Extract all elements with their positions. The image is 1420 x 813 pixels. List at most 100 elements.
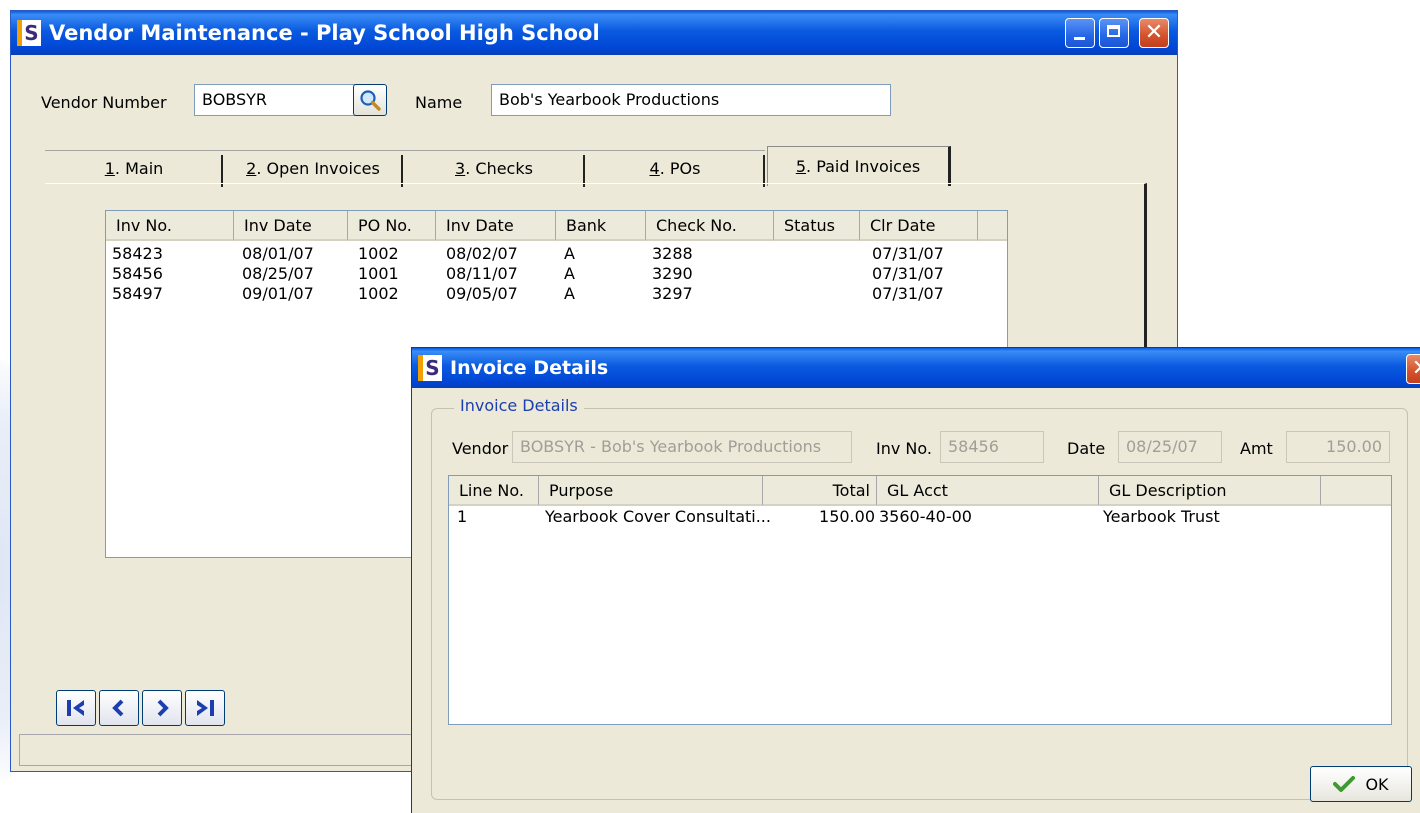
tab-open-invoices-key: 2 [246,159,257,178]
dialog-titlebar[interactable]: S Invoice Details ✕ [412,348,1420,388]
col-header-filler [978,211,1007,241]
cell-check-no[interactable]: 3290 [652,264,693,284]
cell-po-no[interactable]: 1002 [358,284,399,304]
cell-check-no[interactable]: 3297 [652,284,693,304]
col-header-inv-date[interactable]: Inv Date [234,211,348,241]
cell-gl-acct[interactable]: 3560-40-00 [879,507,972,527]
invoice-lines-list[interactable]: Line No. Purpose Total GL Acct GL Descri… [448,475,1392,725]
ok-label: OK [1365,774,1389,794]
search-icon [360,90,381,111]
tab-paid-invoices-key: 5 [795,157,807,176]
cell-inv-date-2[interactable]: 08/02/07 [446,244,518,264]
cell-clr-date[interactable]: 07/31/07 [872,284,944,304]
name-label: Name [415,93,463,112]
tab-pos[interactable]: 4. POs [585,150,765,187]
inv-no-field: 58456 [940,431,1044,463]
date-field: 08/25/07 [1118,431,1222,463]
col-header-check-no[interactable]: Check No. [646,211,774,241]
vendor-lookup-button[interactable] [353,84,387,116]
amt-label: Amt [1240,439,1273,458]
cell-check-no[interactable]: 3288 [652,244,693,264]
vendor-field: BOBSYR - Bob's Yearbook Productions [512,431,852,463]
inv-no-label: Inv No. [876,439,932,458]
close-icon: ✕ [1144,20,1164,45]
previous-record-button[interactable] [99,690,139,726]
first-icon [67,700,84,716]
tab-open-invoices-label: 2. Open Invoices [246,159,380,178]
cell-purpose[interactable]: Yearbook Cover Consultati... [545,507,771,527]
main-titlebar[interactable]: S Vendor Maintenance - Play School High … [11,11,1177,55]
close-icon: ✕ [1407,355,1420,383]
col-header-inv-no[interactable]: Inv No. [106,211,234,241]
tab-main-text: . Main [114,159,164,178]
invoice-details-dialog: S Invoice Details ✕ Invoice Details Vend… [411,347,1420,813]
dialog-close-button[interactable]: ✕ [1406,354,1420,384]
cell-clr-date[interactable]: 07/31/07 [872,264,944,284]
cell-gl-description[interactable]: Yearbook Trust [1103,507,1220,527]
tab-open-invoices[interactable]: 2. Open Invoices [223,150,403,187]
tab-main-key: 1 [104,159,115,178]
tab-paid-invoices[interactable]: 5. Paid Invoices [767,146,951,186]
tab-pos-label: 4. POs [650,159,701,178]
col-header-line-no[interactable]: Line No. [449,476,539,506]
cell-inv-date[interactable]: 09/01/07 [242,284,314,304]
col-header-status[interactable]: Status [774,211,860,241]
tab-pos-key: 4 [649,159,660,178]
tab-main[interactable]: 1. Main [45,150,223,187]
maximize-button[interactable] [1099,18,1129,48]
col-header-po-no[interactable]: PO No. [348,211,436,241]
tab-checks-text: . Checks [465,159,533,178]
cell-line-no[interactable]: 1 [457,507,467,527]
main-window-title: Vendor Maintenance - Play School High Sc… [49,21,600,45]
date-label: Date [1067,439,1106,458]
chevron-left-icon [112,699,124,717]
cell-po-no[interactable]: 1002 [358,244,399,264]
cell-bank[interactable]: A [564,244,575,264]
first-record-button[interactable] [56,690,96,726]
cell-inv-no[interactable]: 58423 [112,244,163,264]
tab-checks-key: 3 [455,159,466,178]
col-header-total[interactable]: Total [763,476,877,506]
tab-checks-label: 3. Checks [455,159,533,178]
app-icon: S [17,20,41,46]
checkmark-icon [1333,776,1356,792]
col-header-inv-date-2[interactable]: Inv Date [436,211,556,241]
tab-checks[interactable]: 3. Checks [403,150,585,187]
tab-paid-invoices-text: . Paid Invoices [806,157,921,176]
cell-inv-date[interactable]: 08/25/07 [242,264,314,284]
tab-paid-invoices-label: 5. Paid Invoices [796,157,920,176]
vendor-number-label: Vendor Number [41,93,167,112]
ok-button[interactable]: OK [1310,766,1412,802]
cell-bank[interactable]: A [564,264,575,284]
app-icon: S [418,355,442,381]
cell-inv-date[interactable]: 08/01/07 [242,244,314,264]
col-header-gl-acct[interactable]: GL Acct [877,476,1099,506]
minimize-button[interactable] [1065,18,1095,48]
amt-field: 150.00 [1286,431,1390,463]
col-header-gl-description[interactable]: GL Description [1099,476,1321,506]
cell-bank[interactable]: A [564,284,575,304]
dialog-title: Invoice Details [450,357,609,379]
col-header-bank[interactable]: Bank [556,211,646,241]
tab-open-invoices-text: . Open Invoices [256,159,380,178]
cell-clr-date[interactable]: 07/31/07 [872,244,944,264]
group-title: Invoice Details [454,396,584,415]
tab-main-label: 1. Main [105,159,164,178]
cell-inv-date-2[interactable]: 09/05/07 [446,284,518,304]
last-icon [197,700,214,716]
cell-inv-date-2[interactable]: 08/11/07 [446,264,518,284]
next-record-button[interactable] [142,690,182,726]
col-header-filler [1321,476,1391,506]
last-record-button[interactable] [185,690,225,726]
vendor-name-input[interactable]: Bob's Yearbook Productions [491,84,891,116]
tab-pos-text: . POs [659,159,701,178]
cell-total[interactable]: 150.00 [763,507,875,527]
col-header-purpose[interactable]: Purpose [539,476,763,506]
cell-inv-no[interactable]: 58456 [112,264,163,284]
vendor-number-input[interactable]: BOBSYR [194,84,358,116]
col-header-clr-date[interactable]: Clr Date [860,211,978,241]
close-button[interactable]: ✕ [1139,18,1169,48]
cell-po-no[interactable]: 1001 [358,264,399,284]
cell-inv-no[interactable]: 58497 [112,284,163,304]
vendor-label: Vendor [452,439,509,458]
